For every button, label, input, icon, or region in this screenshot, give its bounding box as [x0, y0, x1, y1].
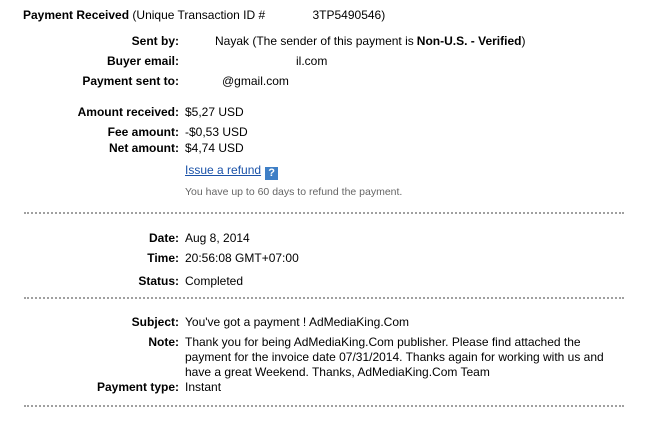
net-amount-value: $4,74 USD — [185, 141, 244, 155]
refund-window-note: You have up to 60 days to refund the pay… — [185, 186, 403, 198]
fee-amount-value: -$0,53 USD — [185, 125, 248, 139]
buyer-email-value: il.com — [296, 54, 328, 68]
issue-refund-link[interactable]: Issue a refund — [185, 163, 261, 177]
sender-name: Nayak — [215, 34, 250, 48]
sent-by-value: Nayak (The sender of this payment is Non-… — [215, 34, 525, 48]
note-label: Note: — [148, 335, 179, 349]
net-amount-label: Net amount: — [109, 141, 179, 155]
transaction-id-prefix: (Unique Transaction ID # — [132, 8, 266, 22]
status-value: Completed — [185, 274, 244, 288]
payment-type-value: Instant — [185, 380, 222, 394]
page-title: Payment Received — [23, 8, 130, 22]
payment-type-label: Payment type: — [96, 380, 179, 394]
note-value: Thank you for being AdMediaKing.Com publ… — [185, 335, 604, 379]
time-label: Time: — [147, 251, 179, 265]
separator — [24, 212, 624, 214]
fee-amount-label: Fee amount: — [107, 125, 179, 139]
subject-value: You've got a payment ! AdMediaKing.Com — [185, 315, 409, 329]
sent-by-label: Sent by: — [131, 34, 179, 48]
sender-status-suffix: ) — [521, 34, 526, 48]
payment-sent-to-value: @gmail.com — [222, 74, 289, 88]
amount-received-value: $5,27 USD — [185, 105, 244, 119]
page-header: Payment Received (Unique Transaction ID … — [23, 8, 385, 22]
transaction-id: 3TP5490546) — [312, 8, 386, 22]
payment-sent-to-label: Payment sent to: — [82, 74, 179, 88]
separator — [24, 405, 624, 407]
sender-verification-status: Non-U.S. - Verified — [416, 34, 522, 48]
sender-status-prefix: (The sender of this payment is — [252, 34, 414, 48]
date-label: Date: — [148, 231, 179, 245]
amount-received-label: Amount received: — [77, 105, 179, 119]
issue-refund-row: Issue a refund? — [185, 163, 279, 180]
date-value: Aug 8, 2014 — [185, 231, 250, 245]
subject-label: Subject: — [131, 315, 179, 329]
status-label: Status: — [138, 274, 179, 288]
separator — [24, 297, 624, 299]
buyer-email-label: Buyer email: — [106, 54, 179, 68]
time-value: 20:56:08 GMT+07:00 — [185, 251, 299, 265]
help-icon[interactable]: ? — [265, 167, 279, 180]
